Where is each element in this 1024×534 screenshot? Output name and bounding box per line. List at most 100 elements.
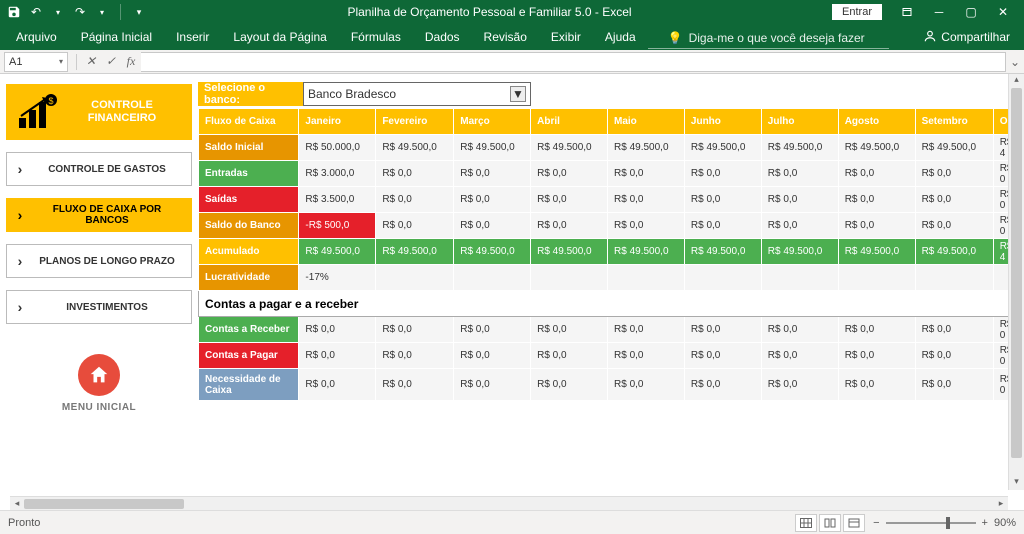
cell[interactable]: R$ 0,0 <box>608 369 685 401</box>
cell[interactable]: R$ 0,0 <box>915 213 993 239</box>
scrollbar-thumb[interactable] <box>24 499 184 509</box>
tell-me-search[interactable]: 💡 <box>648 29 889 49</box>
nav-fluxo-caixa[interactable]: › FLUXO DE CAIXA POR BANCOS <box>6 198 192 232</box>
cell[interactable]: R$ 0,0 <box>531 213 608 239</box>
tab-arquivo[interactable]: Arquivo <box>4 24 69 50</box>
cell[interactable]: R$ 0,0 <box>454 213 531 239</box>
cell[interactable]: R$ 49.500,0 <box>299 239 376 265</box>
cell[interactable]: R$ 49.500,0 <box>608 135 685 161</box>
cell[interactable]: R$ 0,0 <box>376 213 454 239</box>
cell[interactable]: R$ 0,0 <box>531 369 608 401</box>
cell[interactable] <box>531 265 608 291</box>
cell[interactable]: R$ 3.500,0 <box>299 187 376 213</box>
formula-input[interactable] <box>141 52 1006 72</box>
cell[interactable]: R$ 49.500,0 <box>684 135 761 161</box>
cell[interactable]: -17% <box>299 265 376 291</box>
tab-formulas[interactable]: Fórmulas <box>339 24 413 50</box>
zoom-out-icon[interactable]: − <box>873 517 879 529</box>
normal-view-icon[interactable] <box>795 514 817 532</box>
scroll-down-icon[interactable]: ▾ <box>1009 476 1024 490</box>
save-icon[interactable] <box>6 4 22 20</box>
expand-formula-bar-icon[interactable]: ⌄ <box>1006 55 1024 69</box>
cell[interactable]: R$ 50.000,0 <box>299 135 376 161</box>
cell[interactable]: R$ 0,0 <box>915 187 993 213</box>
cell[interactable]: R$ 0,0 <box>761 369 838 401</box>
cell[interactable]: R$ 0,0 <box>915 369 993 401</box>
redo-dropdown-icon[interactable]: ▾ <box>94 4 110 20</box>
cell[interactable]: R$ 0,0 <box>376 161 454 187</box>
close-icon[interactable]: ✕ <box>988 2 1018 22</box>
tab-exibir[interactable]: Exibir <box>539 24 593 50</box>
fx-icon[interactable]: fx <box>121 52 141 72</box>
cell[interactable]: R$ 49.500,0 <box>761 239 838 265</box>
cell[interactable]: R$ 0,0 <box>299 343 376 369</box>
cell[interactable]: R$ 0,0 <box>299 369 376 401</box>
scroll-up-icon[interactable]: ▴ <box>1009 74 1024 88</box>
maximize-icon[interactable]: ▢ <box>956 2 986 22</box>
cell[interactable]: R$ 0,0 <box>454 187 531 213</box>
scrollbar-thumb[interactable] <box>1011 88 1022 458</box>
redo-icon[interactable]: ↷ <box>72 4 88 20</box>
tab-dados[interactable]: Dados <box>413 24 472 50</box>
cell[interactable]: R$ 0,0 <box>376 369 454 401</box>
cell[interactable]: R$ 0,0 <box>531 187 608 213</box>
cell[interactable]: R$ 0,0 <box>454 343 531 369</box>
page-layout-view-icon[interactable] <box>819 514 841 532</box>
nav-controle-gastos[interactable]: › CONTROLE DE GASTOS <box>6 152 192 186</box>
tab-revisao[interactable]: Revisão <box>472 24 539 50</box>
cell[interactable]: R$ 0,0 <box>531 317 608 343</box>
cell[interactable]: R$ 49.500,0 <box>376 135 454 161</box>
scroll-right-icon[interactable]: ▸ <box>994 498 1008 509</box>
undo-icon[interactable]: ↶ <box>28 4 44 20</box>
cell[interactable]: R$ 49.500,0 <box>838 239 915 265</box>
cell[interactable]: R$ 0,0 <box>684 317 761 343</box>
tab-inserir[interactable]: Inserir <box>164 24 221 50</box>
cell[interactable]: R$ 0,0 <box>608 161 685 187</box>
cell[interactable] <box>838 265 915 291</box>
cell[interactable]: R$ 49.500,0 <box>531 135 608 161</box>
cell[interactable]: -R$ 500,0 <box>299 213 376 239</box>
nav-investimentos[interactable]: › INVESTIMENTOS <box>6 290 192 324</box>
cell[interactable]: R$ 49.500,0 <box>838 135 915 161</box>
tab-pagina-inicial[interactable]: Página Inicial <box>69 24 164 50</box>
cell[interactable]: R$ 49.500,0 <box>531 239 608 265</box>
cell[interactable]: R$ 0,0 <box>454 161 531 187</box>
home-button[interactable] <box>78 354 120 396</box>
cell[interactable]: R$ 0,0 <box>531 343 608 369</box>
cell[interactable]: R$ 0,0 <box>531 161 608 187</box>
qat-customize-icon[interactable]: ▾ <box>131 4 147 20</box>
cell[interactable] <box>454 265 531 291</box>
zoom-level[interactable]: 90% <box>994 517 1016 529</box>
cell[interactable]: R$ 0,0 <box>838 213 915 239</box>
tell-me-input[interactable] <box>689 31 889 45</box>
cell[interactable]: R$ 0,0 <box>608 213 685 239</box>
minimize-icon[interactable]: ─ <box>924 2 954 22</box>
cell[interactable]: R$ 0,0 <box>761 161 838 187</box>
cell[interactable]: R$ 0,0 <box>684 369 761 401</box>
cell[interactable]: R$ 0,0 <box>838 187 915 213</box>
cell[interactable]: R$ 0,0 <box>915 343 993 369</box>
cell[interactable]: R$ 49.500,0 <box>761 135 838 161</box>
zoom-in-icon[interactable]: + <box>982 517 988 529</box>
cell[interactable]: R$ 0,0 <box>838 161 915 187</box>
cell[interactable]: R$ 0,0 <box>376 317 454 343</box>
zoom-slider[interactable]: − + 90% <box>873 517 1016 529</box>
cell[interactable]: R$ 0,0 <box>761 213 838 239</box>
cell[interactable]: R$ 0,0 <box>761 187 838 213</box>
cell[interactable]: R$ 0,0 <box>454 369 531 401</box>
cell[interactable] <box>684 265 761 291</box>
cell[interactable]: R$ 0,0 <box>608 343 685 369</box>
sign-in-button[interactable]: Entrar <box>832 4 882 20</box>
cell[interactable]: R$ 0,0 <box>838 343 915 369</box>
cell[interactable]: R$ 0,0 <box>608 317 685 343</box>
cell[interactable]: R$ 49.500,0 <box>454 135 531 161</box>
cell[interactable]: R$ 49.500,0 <box>915 135 993 161</box>
cell[interactable] <box>376 265 454 291</box>
cell[interactable]: R$ 0,0 <box>684 213 761 239</box>
nav-planos-longo-prazo[interactable]: › PLANOS DE LONGO PRAZO <box>6 244 192 278</box>
cell[interactable]: R$ 49.500,0 <box>684 239 761 265</box>
cell[interactable]: R$ 0,0 <box>915 317 993 343</box>
undo-dropdown-icon[interactable]: ▾ <box>50 4 66 20</box>
cell[interactable]: R$ 0,0 <box>608 187 685 213</box>
cell[interactable]: R$ 0,0 <box>376 187 454 213</box>
